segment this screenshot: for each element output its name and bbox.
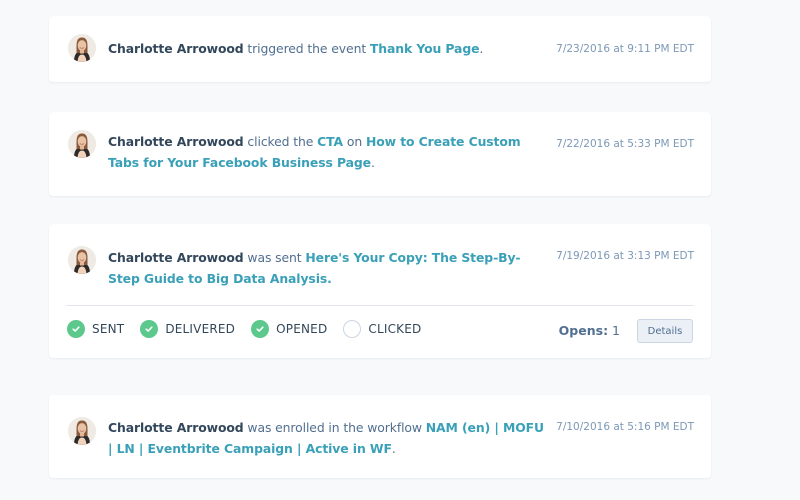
status-label: SENT [92,322,125,336]
status-label: DELIVERED [165,322,236,336]
event-link[interactable]: Thank You Page [370,41,480,56]
event-verb: clicked the [243,134,318,149]
event-timestamp: 7/10/2016 at 5:16 PM EDT [556,421,694,433]
check-circle-icon [67,320,85,338]
event-timestamp: 7/23/2016 at 9:11 PM EDT [556,43,694,55]
status-label: CLICKED [368,322,422,336]
contact-avatar[interactable] [68,417,96,445]
event-description: Charlotte Arrowood clicked the CTA on Ho… [108,131,548,173]
timeline-event-card: Charlotte Arrowood clicked the CTA on Ho… [49,112,711,196]
check-circle-icon [140,320,159,338]
event-timestamp: 7/22/2016 at 5:33 PM EDT [556,138,694,150]
contact-avatar[interactable] [68,246,96,274]
event-verb: triggered the event [243,41,370,56]
contact-avatar[interactable] [68,130,96,158]
contact-name-link[interactable]: Charlotte Arrowood [108,250,244,265]
event-description: Charlotte Arrowood was enrolled in the w… [108,417,548,459]
opens-value: 1 [612,323,620,338]
event-verb: on [343,134,366,149]
divider [66,305,694,306]
check-circle-icon [251,320,270,338]
cta-link[interactable]: CTA [317,134,343,149]
event-timestamp: 7/19/2016 at 3:13 PM EDT [556,250,694,262]
opens-label: Opens: [558,323,609,338]
opens-count: Opens: 1 [559,323,620,338]
event-verb: was enrolled in the workflow [243,420,426,435]
timeline-event-card-email: Charlotte Arrowood was sent Here's Your … [49,224,711,358]
event-verb: was sent [243,250,306,265]
status-opened: OPENED [251,320,327,338]
event-suffix: . [370,155,375,170]
event-suffix: . [479,41,484,56]
details-button[interactable]: Details [637,319,693,343]
event-description: Charlotte Arrowood triggered the event T… [108,38,548,59]
contact-name-link[interactable]: Charlotte Arrowood [108,41,244,56]
status-sent: SENT [67,320,124,338]
empty-circle-icon [343,320,362,338]
status-clicked: CLICKED [343,320,421,338]
status-label: OPENED [276,322,328,336]
contact-name-link[interactable]: Charlotte Arrowood [108,134,244,149]
contact-avatar[interactable] [68,34,96,62]
email-status-list: SENT DELIVERED OPENED CLICKED [67,320,437,338]
contact-name-link[interactable]: Charlotte Arrowood [108,420,244,435]
timeline-event-card: Charlotte Arrowood triggered the event T… [49,16,711,82]
event-description: Charlotte Arrowood was sent Here's Your … [108,247,548,289]
status-delivered: DELIVERED [140,320,235,338]
timeline-event-card: Charlotte Arrowood was enrolled in the w… [49,395,711,478]
activity-timeline: Charlotte Arrowood triggered the event T… [0,0,800,500]
event-suffix: . [391,441,396,456]
